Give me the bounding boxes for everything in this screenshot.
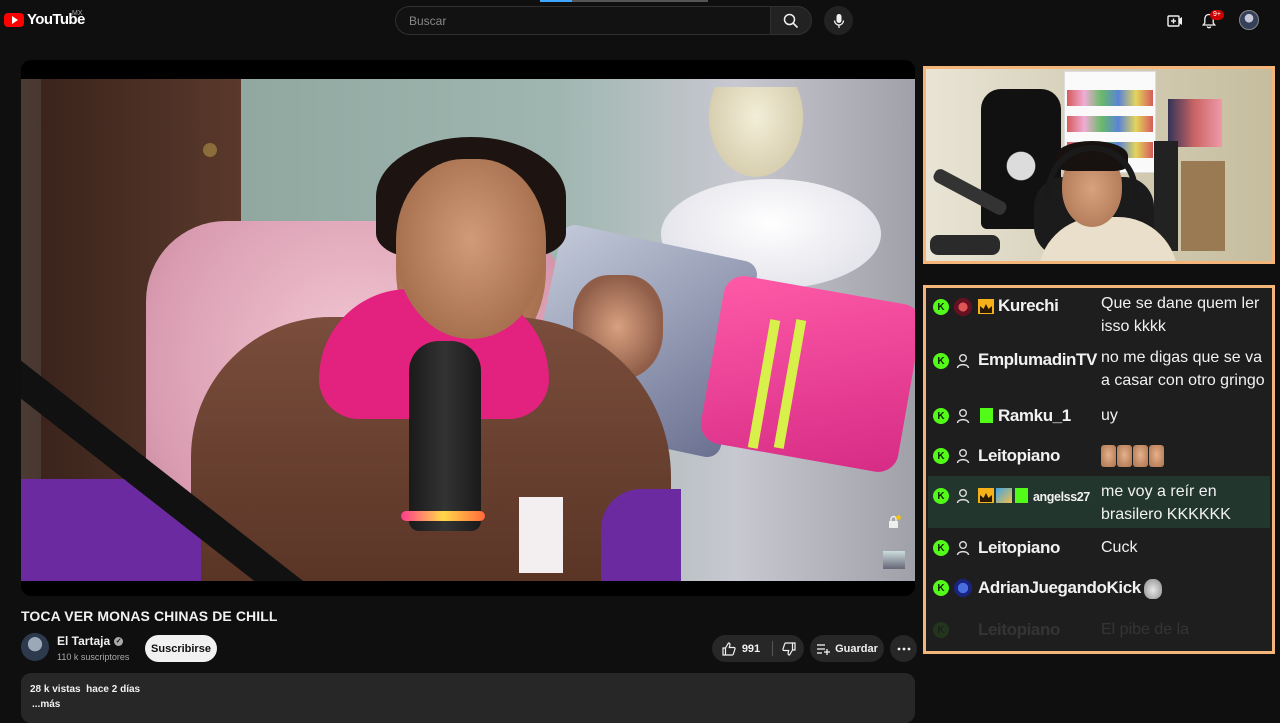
kick-icon: K <box>933 448 949 464</box>
emote-group <box>1101 445 1164 467</box>
kick-icon: K <box>933 353 949 369</box>
user-avatar <box>954 579 972 597</box>
chat-text: uy <box>1101 407 1118 424</box>
chat-username: Leitopiano <box>978 538 1060 557</box>
page-load-progress-fill <box>540 0 572 2</box>
view-count: 28 k vistas <box>30 684 81 695</box>
chat-message: K EmplumadinTV no me digas que se va a c… <box>928 344 1270 394</box>
kick-icon: K <box>933 408 949 424</box>
more-icon <box>897 647 910 650</box>
user-icon <box>954 352 972 370</box>
chat-username: EmplumadinTV <box>978 350 1097 369</box>
chat-message: K Leitopiano <box>928 438 1270 474</box>
save-button[interactable]: Guardar <box>810 635 884 662</box>
chat-message: K Kurechi Que se dane quem ler isso kkkk <box>928 290 1270 340</box>
account-avatar[interactable] <box>1239 10 1259 30</box>
channel-avatar[interactable] <box>21 633 49 661</box>
crown-icon <box>978 488 994 503</box>
show-more-link[interactable]: ...más <box>32 699 60 710</box>
search-input[interactable] <box>407 13 761 29</box>
chat-username: angelss27 <box>1033 490 1090 504</box>
subscribe-button[interactable]: Suscribirse <box>145 635 217 662</box>
video-player[interactable] <box>21 60 915 596</box>
user-avatar <box>954 298 972 316</box>
mic-icon <box>833 13 844 28</box>
chat-username: Leitopiano <box>978 620 1060 639</box>
video-title: TOCA VER MONAS CHINAS DE CHILL <box>21 608 278 624</box>
create-icon <box>1167 15 1182 27</box>
face-emote <box>1149 445 1164 467</box>
search-icon <box>783 13 799 28</box>
lock-icon <box>889 515 901 528</box>
chat-text: me voy a reír en brasilero KKKKKK <box>1101 483 1231 523</box>
user-icon <box>954 447 972 465</box>
subscriber-count: 110 k suscriptores <box>57 652 130 662</box>
subscriber-badge-icon <box>996 488 1012 503</box>
youtube-play-icon <box>4 12 24 27</box>
create-button[interactable] <box>1166 12 1184 30</box>
corner-thumbnail <box>883 551 905 569</box>
chat-text: Que se dane quem ler isso kkkk <box>1101 295 1260 335</box>
kick-icon: K <box>933 488 949 504</box>
verified-icon: ✓ <box>114 636 124 646</box>
dislike-icon <box>782 641 796 656</box>
chat-text: Cuck <box>1101 539 1138 556</box>
gift-icon <box>980 408 993 423</box>
save-label: Guardar <box>835 642 878 655</box>
top-bar: YouTube MX 9+ <box>0 0 1280 42</box>
kick-icon: K <box>933 622 949 638</box>
like-count: 991 <box>741 642 761 655</box>
upload-date: hace 2 días <box>86 684 141 695</box>
face-emote <box>1101 445 1116 467</box>
chat-username: Ramku_1 <box>998 406 1071 425</box>
page-load-progress <box>540 0 708 2</box>
channel-name[interactable]: El Tartaja <box>57 634 110 648</box>
chat-message-faded: K Leitopiano El pibe de la <box>928 614 1270 648</box>
voice-search-button[interactable] <box>824 6 853 35</box>
face-emote <box>1117 445 1132 467</box>
channel-name-row[interactable]: El Tartaja ✓ <box>57 634 124 648</box>
country-code: MX <box>72 10 83 17</box>
view-stats: 28 k vistas hace 2 días <box>30 684 140 695</box>
cat-emote <box>1143 578 1162 599</box>
kick-icon: K <box>933 580 949 596</box>
chat-username: AdrianJuegandoKick <box>978 578 1162 599</box>
video-frame-image <box>21 79 915 581</box>
chat-text: no me digas que se va a casar con otro g… <box>1101 349 1265 389</box>
chat-username: Leitopiano <box>978 446 1060 465</box>
gift-icon <box>1015 488 1028 503</box>
youtube-logo[interactable]: YouTube MX <box>4 10 85 28</box>
more-actions-button[interactable] <box>890 635 917 662</box>
kick-icon: K <box>933 299 949 315</box>
search-button[interactable] <box>770 6 812 35</box>
streamer-webcam <box>923 66 1275 264</box>
like-dislike-group: 991 <box>712 635 804 662</box>
chat-message-highlighted: K angelss27 me voy a reír en brasilero K… <box>928 476 1270 528</box>
kick-icon: K <box>933 540 949 556</box>
like-divider <box>772 641 773 656</box>
crown-icon <box>978 299 994 314</box>
chat-username: Kurechi <box>998 296 1059 315</box>
chat-message: K AdrianJuegandoKick <box>928 571 1270 607</box>
dislike-button[interactable] <box>774 635 804 662</box>
chat-overlay: K Kurechi Que se dane quem ler isso kkkk… <box>923 285 1275 654</box>
like-icon <box>722 641 736 656</box>
face-emote <box>1133 445 1148 467</box>
chat-text: El pibe de la <box>1101 621 1190 638</box>
user-icon <box>954 407 972 425</box>
notification-badge: 9+ <box>1210 10 1224 20</box>
chat-message: K Leitopiano Cuck <box>928 532 1270 566</box>
user-icon <box>954 487 972 505</box>
user-icon <box>954 539 972 557</box>
chat-message: K Ramku_1 uy <box>928 400 1270 434</box>
chat-username-text: AdrianJuegandoKick <box>978 578 1141 597</box>
description-box[interactable]: 28 k vistas hace 2 días ...más <box>21 673 915 723</box>
save-icon <box>817 643 831 655</box>
like-button[interactable]: 991 <box>712 635 770 662</box>
search-box <box>395 6 771 35</box>
